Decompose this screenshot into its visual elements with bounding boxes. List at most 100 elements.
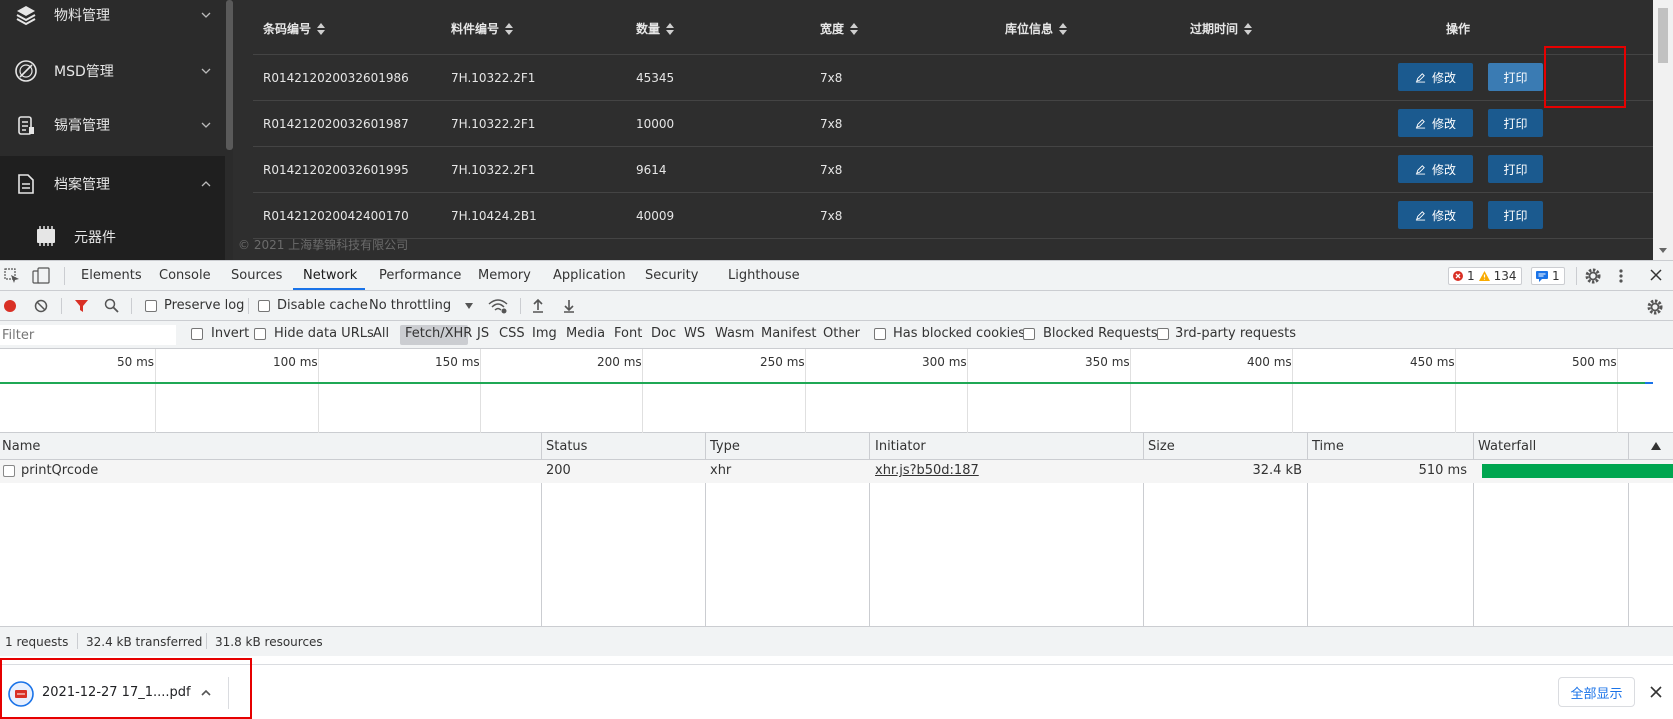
scroll-down-arrow-icon[interactable] — [1659, 248, 1667, 253]
device-toolbar-icon[interactable] — [32, 267, 50, 285]
overview-tick: 200 ms — [597, 355, 642, 369]
column-header-status[interactable]: Status — [546, 439, 587, 454]
column-header-time[interactable]: Time — [1312, 439, 1344, 454]
tab-elements[interactable]: Elements — [81, 268, 142, 283]
tab-security[interactable]: Security — [645, 268, 698, 283]
print-button[interactable]: 打印 — [1488, 109, 1543, 137]
edit-button[interactable]: 修改 — [1398, 109, 1473, 137]
column-header-part-no[interactable]: 料件编号 — [451, 20, 514, 37]
msd-icon — [15, 60, 37, 82]
column-header-size[interactable]: Size — [1148, 439, 1175, 454]
column-header-waterfall[interactable]: Waterfall — [1478, 439, 1536, 454]
filter-type-media[interactable]: Media — [566, 326, 605, 341]
invert-checkbox[interactable] — [191, 328, 203, 340]
request-select-checkbox[interactable] — [3, 465, 15, 477]
filter-type-css[interactable]: CSS — [499, 326, 525, 341]
preserve-log-checkbox[interactable] — [145, 300, 157, 312]
tab-lighthouse[interactable]: Lighthouse — [728, 268, 800, 283]
cell-part-no: 7H.10322.2F1 — [451, 71, 536, 85]
tab-performance[interactable]: Performance — [379, 268, 461, 283]
edit-icon — [1415, 118, 1426, 129]
overview-gridline — [1292, 349, 1293, 433]
filter-type-js[interactable]: JS — [477, 326, 489, 341]
column-header-initiator[interactable]: Initiator — [875, 439, 926, 454]
has-blocked-cookies-label: Has blocked cookies — [893, 326, 1026, 341]
filter-type-doc[interactable]: Doc — [651, 326, 676, 341]
filter-icon[interactable] — [74, 299, 89, 313]
column-header-barcode[interactable]: 条码编号 — [263, 20, 326, 37]
request-name[interactable]: printQrcode — [21, 463, 98, 478]
record-icon[interactable] — [3, 299, 17, 313]
blocked-requests-checkbox[interactable] — [1023, 328, 1035, 340]
column-header-expiry[interactable]: 过期时间 — [1190, 20, 1253, 37]
network-filter-bar: Invert Hide data URLs All Fetch/XHR JS C… — [0, 321, 1673, 349]
tab-console[interactable]: Console — [159, 268, 211, 283]
sort-ascending-icon — [1651, 442, 1661, 450]
cell-barcode: R014212020032601986 — [263, 71, 409, 85]
settings-gear-icon[interactable] — [1584, 267, 1602, 285]
request-initiator-link[interactable]: xhr.js?b50d:187 — [875, 463, 979, 478]
filter-type-img[interactable]: Img — [532, 326, 557, 341]
print-button[interactable]: 打印 — [1488, 63, 1543, 91]
import-har-icon[interactable] — [532, 298, 544, 314]
filter-type-other[interactable]: Other — [823, 326, 860, 341]
column-header-actions: 操作 — [1446, 22, 1471, 36]
hide-data-urls-checkbox[interactable] — [254, 328, 266, 340]
tab-memory[interactable]: Memory — [478, 268, 531, 283]
filter-type-all[interactable]: All — [373, 326, 389, 341]
show-all-downloads-button[interactable]: 全部显示 — [1558, 677, 1635, 707]
third-party-label: 3rd-party requests — [1175, 326, 1297, 341]
column-header-type[interactable]: Type — [710, 439, 740, 454]
sidebar-item-material[interactable]: 物料管理 — [0, 0, 225, 43]
column-header-width[interactable]: 宽度 — [820, 20, 859, 37]
sidebar-item-solder-paste[interactable]: 锡膏管理 — [0, 97, 225, 153]
filter-type-ws[interactable]: WS — [684, 326, 705, 341]
filter-type-fetch-xhr[interactable]: Fetch/XHR — [405, 326, 472, 341]
chevron-up-icon — [201, 181, 211, 187]
tab-network[interactable]: Network — [303, 268, 357, 283]
filter-input[interactable] — [0, 325, 176, 345]
sidebar-item-archive[interactable]: 档案管理 — [0, 156, 225, 212]
network-settings-gear-icon[interactable] — [1646, 298, 1664, 316]
filter-type-wasm[interactable]: Wasm — [715, 326, 754, 341]
filter-type-manifest[interactable]: Manifest — [761, 326, 816, 341]
network-status-bar: 1 requests 32.4 kB transferred 31.8 kB r… — [0, 626, 1673, 656]
print-button[interactable]: 打印 — [1488, 155, 1543, 183]
clear-icon[interactable] — [34, 299, 48, 313]
edit-button[interactable]: 修改 — [1398, 63, 1473, 91]
network-overview[interactable]: 50 ms 100 ms 150 ms 200 ms 250 ms 300 ms… — [0, 349, 1673, 433]
throttling-select[interactable]: No throttling — [369, 298, 451, 313]
sidebar-item-msd[interactable]: MSD管理 — [0, 43, 225, 99]
divider — [248, 298, 249, 314]
page-scrollbar[interactable] — [1653, 0, 1673, 260]
search-icon[interactable] — [104, 298, 119, 313]
table-row[interactable]: printQrcode 200 xhr xhr.js?b50d:187 32.4… — [0, 460, 1673, 483]
export-har-icon[interactable] — [563, 298, 575, 314]
close-devtools-icon[interactable] — [1650, 269, 1662, 281]
messages-badge[interactable]: 1 — [1531, 267, 1565, 285]
scrollbar-thumb[interactable] — [1658, 8, 1668, 63]
issues-badge[interactable]: 1 134 — [1448, 267, 1522, 285]
more-options-icon[interactable] — [1618, 268, 1624, 284]
edit-button[interactable]: 修改 — [1398, 155, 1473, 183]
third-party-checkbox[interactable] — [1157, 328, 1169, 340]
inspect-element-icon[interactable] — [4, 268, 20, 284]
edit-icon — [1415, 164, 1426, 175]
close-shelf-icon[interactable] — [1650, 686, 1662, 698]
print-button[interactable]: 打印 — [1488, 201, 1543, 229]
network-conditions-icon[interactable] — [488, 298, 508, 314]
filter-type-font[interactable]: Font — [614, 326, 642, 341]
column-header-location[interactable]: 库位信息 — [1005, 20, 1068, 37]
sidebar-subitem-components[interactable]: 元器件 — [0, 212, 225, 260]
divider — [206, 633, 207, 649]
sidebar-scrollbar[interactable] — [226, 0, 233, 150]
column-header-name[interactable]: Name — [2, 439, 40, 454]
request-status: 200 — [546, 463, 571, 478]
column-header-quantity[interactable]: 数量 — [636, 20, 675, 37]
disable-cache-checkbox[interactable] — [258, 300, 270, 312]
edit-button[interactable]: 修改 — [1398, 201, 1473, 229]
tab-application[interactable]: Application — [553, 268, 626, 283]
has-blocked-cookies-checkbox[interactable] — [874, 328, 886, 340]
highlight-box-download — [0, 658, 252, 719]
tab-sources[interactable]: Sources — [231, 268, 282, 283]
